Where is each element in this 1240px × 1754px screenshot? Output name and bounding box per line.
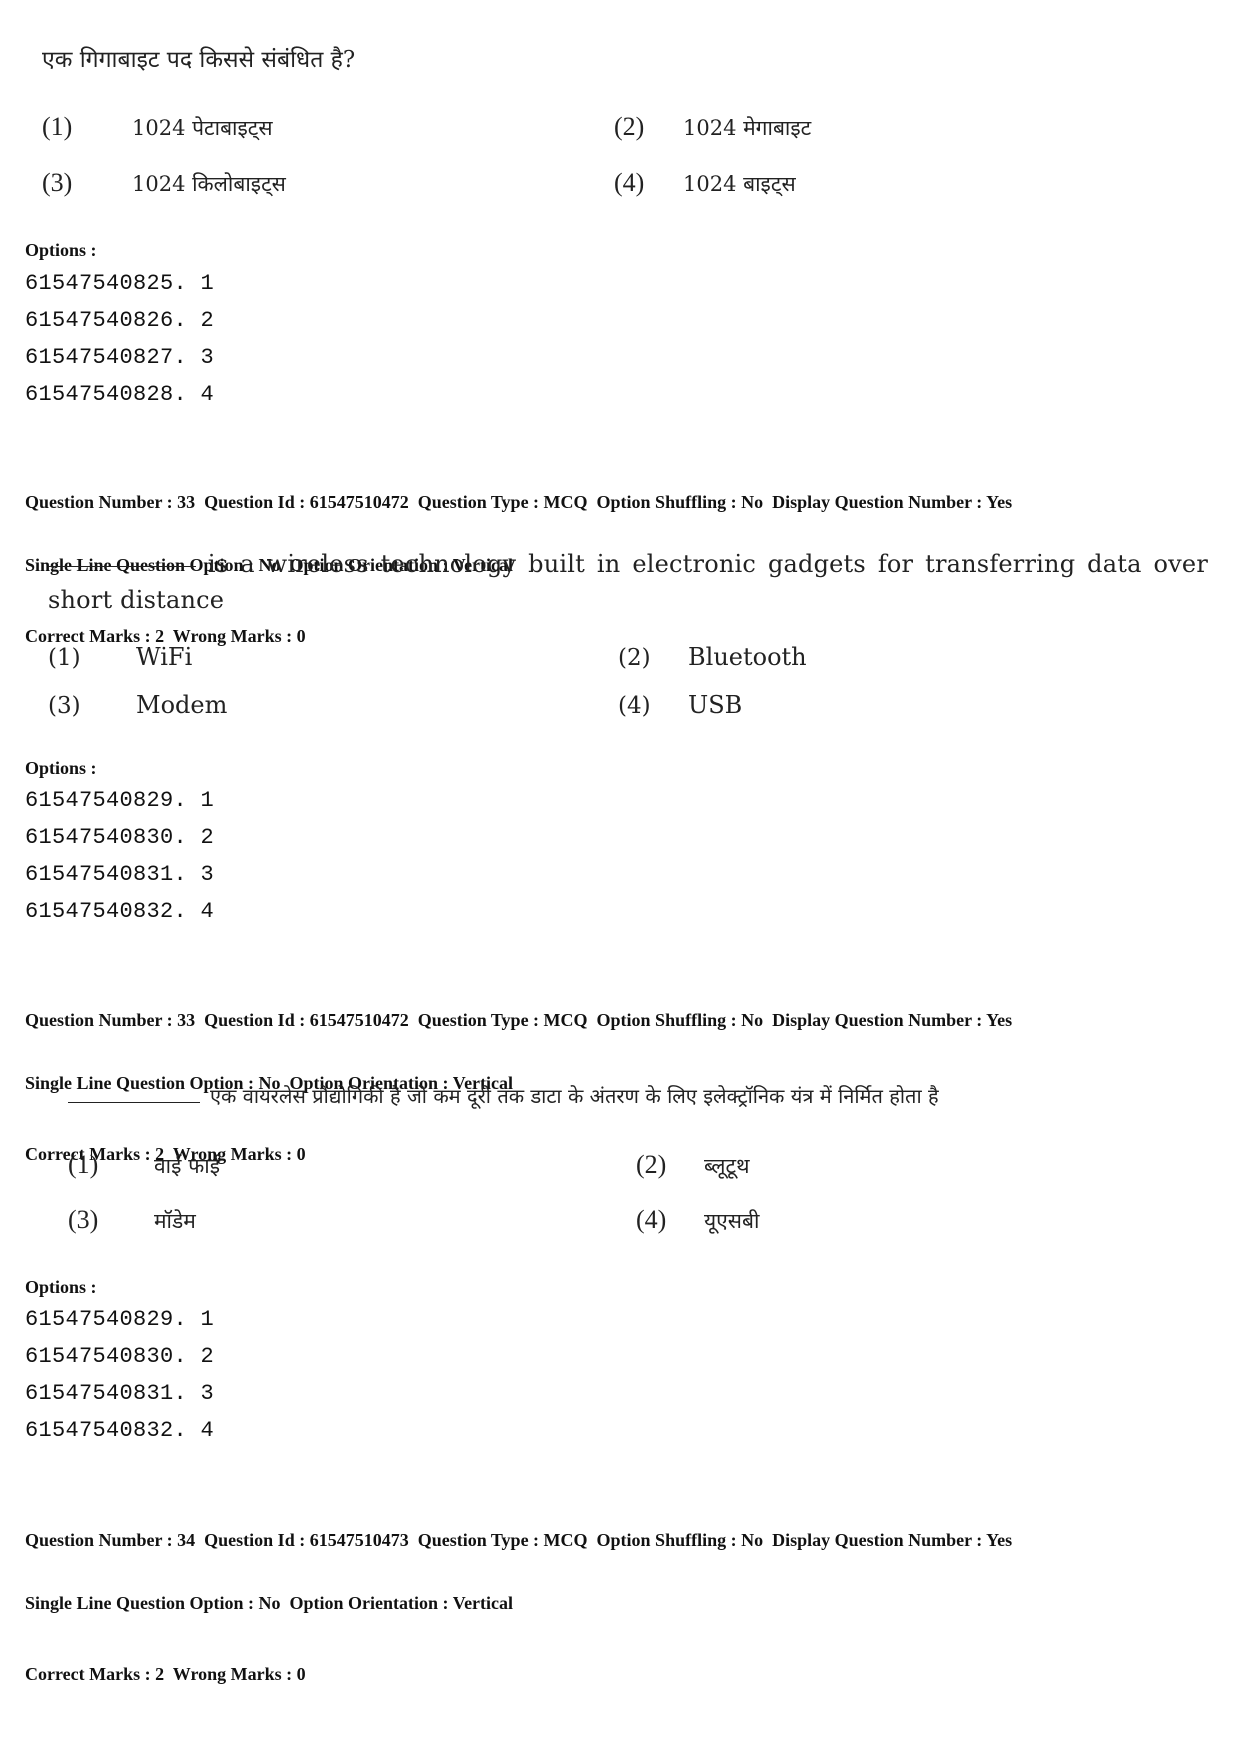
choice-number: (4) [614,168,645,197]
choice-number: (2) [636,1150,667,1179]
question-word: is [207,550,229,578]
option-code: 61547540829. 1 [25,1307,215,1332]
question-line: is a wireless technology built in electronic ga… [48,546,1208,582]
choice-number: (3) [48,693,81,719]
choice-number: (1) [48,645,81,671]
choice-number: (3) [68,1205,99,1234]
choice-text: WiFi [136,643,193,671]
choice-text: मॉडेम [154,1209,196,1233]
question-meta-line: Question Number : 33 Question Id : 61547… [25,492,1013,512]
option-code: 61547540826. 2 [25,308,215,333]
option-code: 61547540825. 1 [25,271,215,296]
question-text: एक वायरलेस प्रौद्योगिकी है जो कम दूरी तक… [210,1084,939,1108]
option-code: 61547540832. 4 [25,899,215,924]
option-code: 61547540830. 2 [25,825,215,850]
question-meta-line: Question Number : 33 Question Id : 61547… [25,1010,1013,1030]
answer-blank [48,546,196,567]
question-word: for [877,550,914,578]
choice-text: यूएसबी [704,1209,760,1233]
question-text-wireless: is a wireless technology built in electronic ga… [48,546,1208,618]
options-label: Options : [25,758,97,778]
choice-text: 1024 बाइट्स [683,172,796,196]
question-word: over [1153,550,1208,578]
choice-text: 1024 मेगाबाइट [683,116,812,140]
question-meta: Question Number : 34 Question Id : 61547… [25,1488,1012,1706]
choice-text: 1024 किलोबाइट्स [132,172,286,196]
question-meta-line: Single Line Question Option : No Option … [25,1593,514,1613]
choice-text: Bluetooth [688,643,807,671]
question-word: in [596,550,621,578]
choice-text: Modem [136,691,228,719]
choice-text: ब्लूटूथ [704,1154,750,1178]
question-text-wireless-hindi: एक वायरलेस प्रौद्योगिकी है जो कम दूरी तक… [68,1082,939,1109]
choice-text: वाई फाई [154,1154,221,1178]
question-word: electronic [632,550,757,578]
question-word: technology [380,550,517,578]
option-code: 61547540830. 2 [25,1344,215,1369]
question-word: transferring [925,550,1076,578]
question-word: gadgets [767,550,866,578]
option-code: 61547540827. 3 [25,345,215,370]
option-code: 61547540831. 3 [25,1381,215,1406]
choice-number: (1) [68,1150,99,1179]
option-code: 61547540829. 1 [25,788,215,813]
question-word: data [1087,550,1142,578]
option-code: 61547540832. 4 [25,1418,215,1443]
question-word: built [528,550,585,578]
question-word: a [240,550,255,578]
choice-number: (3) [42,168,73,197]
choice-text: 1024 पेटाबाइट्स [132,116,273,140]
question-marks: Correct Marks : 2 Wrong Marks : 0 [25,1664,306,1684]
answer-blank [68,1086,200,1103]
question-text-gigabyte: एक गिगाबाइट पद किससे संबंधित है? [42,47,356,73]
choice-number: (2) [618,645,651,671]
option-code: 61547540828. 4 [25,382,215,407]
choice-number: (4) [618,693,651,719]
options-label: Options : [25,240,97,260]
options-label: Options : [25,1277,97,1297]
option-code: 61547540831. 3 [25,862,215,887]
choice-text: USB [688,691,743,719]
choice-number: (1) [42,112,73,141]
question-meta-line: Question Number : 34 Question Id : 61547… [25,1530,1013,1550]
choice-number: (2) [614,112,645,141]
question-word: wireless [266,550,369,578]
question-line: short distance [48,586,225,614]
choice-number: (4) [636,1205,667,1234]
